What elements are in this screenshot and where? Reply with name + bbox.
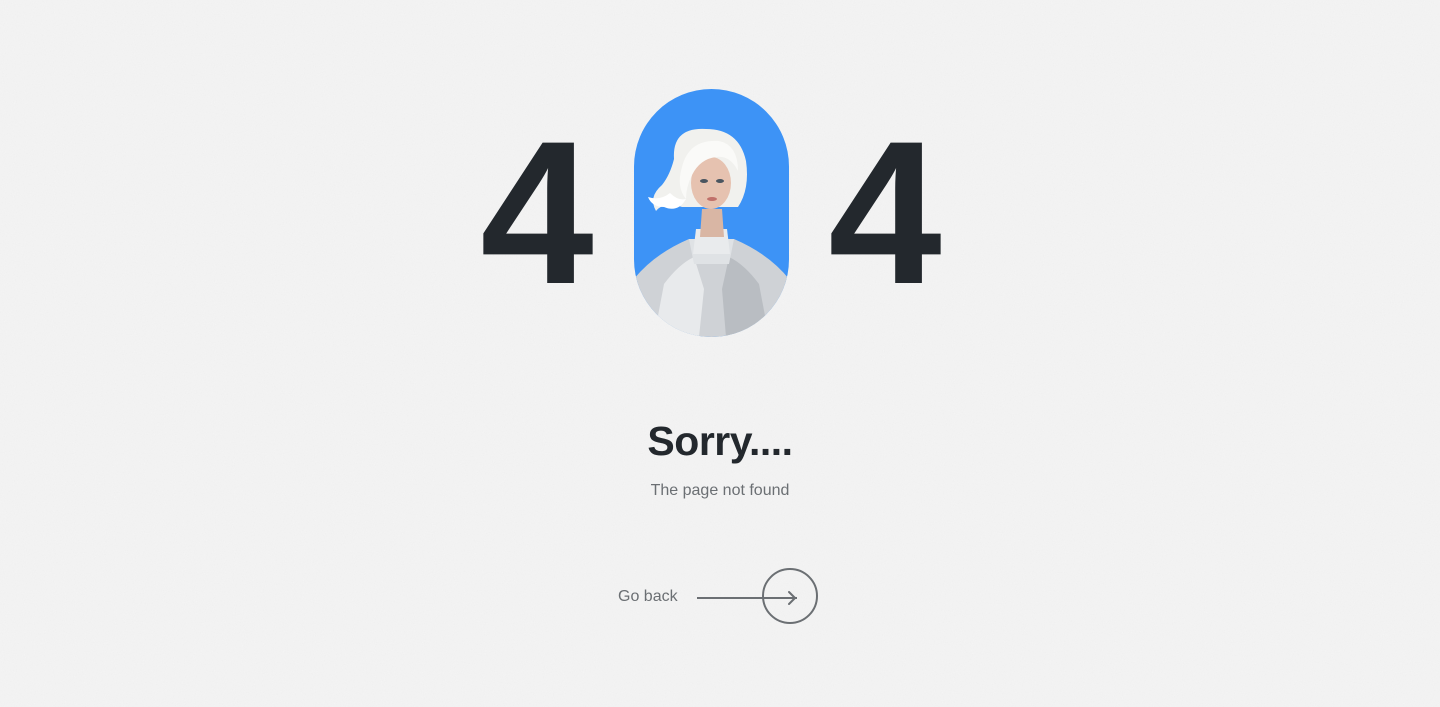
- error-digit-first: 4: [480, 99, 594, 327]
- page-subtitle: The page not found: [650, 482, 790, 499]
- portrait-avatar-icon: [634, 89, 789, 337]
- error-digit-last: 4: [828, 99, 942, 327]
- page-title: Sorry....: [647, 418, 793, 464]
- arrow-right-icon: [778, 591, 796, 605]
- go-back-button[interactable]: Go back: [612, 566, 824, 628]
- go-back-label: Go back: [618, 588, 678, 605]
